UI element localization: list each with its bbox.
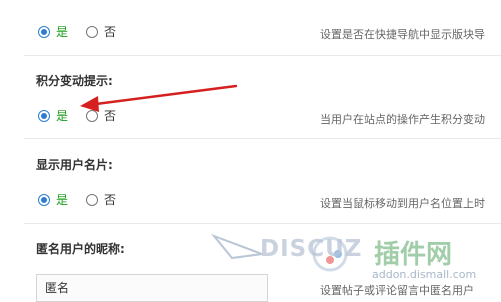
option-no[interactable]: 否	[86, 23, 116, 40]
divider	[24, 223, 501, 224]
option-no-label: 否	[104, 25, 117, 39]
option-yes[interactable]: 是	[38, 107, 68, 124]
divider	[24, 138, 501, 139]
option-no[interactable]: 否	[86, 191, 116, 208]
radio-yes-checked[interactable]	[38, 25, 50, 38]
setting-description: 设置当鼠标移动到用户名位置上时	[320, 197, 485, 210]
radio-no[interactable]	[86, 193, 98, 206]
option-no[interactable]: 否	[86, 107, 116, 124]
setting-title: 积分变动提示:	[36, 74, 113, 88]
setting-title: 匿名用户的昵称:	[36, 242, 125, 256]
option-yes-label: 是	[56, 193, 69, 207]
setting-title: 显示用户名片:	[36, 158, 113, 172]
setting-description: 当用户在站点的操作产生积分变动	[320, 113, 485, 126]
option-yes[interactable]: 是	[38, 191, 68, 208]
radio-yes-checked[interactable]	[38, 193, 50, 206]
radio-no[interactable]	[86, 25, 98, 38]
anonymous-name-input[interactable]: 匿名	[36, 274, 268, 302]
option-yes-label: 是	[56, 109, 69, 123]
setting-description: 设置帖子或评论留言中匿名用户	[320, 284, 474, 297]
option-yes[interactable]: 是	[38, 23, 68, 40]
watermark-brand: DISCUZ	[260, 236, 363, 262]
watermark-url: addon.dismall.com	[372, 268, 477, 281]
option-yes-label: 是	[56, 25, 69, 39]
watermark-cn: 插件网	[374, 240, 453, 270]
radio-no[interactable]	[86, 109, 98, 122]
option-no-label: 否	[104, 193, 117, 207]
divider	[24, 55, 501, 56]
radio-yes-checked[interactable]	[38, 109, 50, 122]
setting-description: 设置是否在快捷导航中显示版块导	[320, 28, 485, 41]
option-no-label: 否	[104, 109, 117, 123]
